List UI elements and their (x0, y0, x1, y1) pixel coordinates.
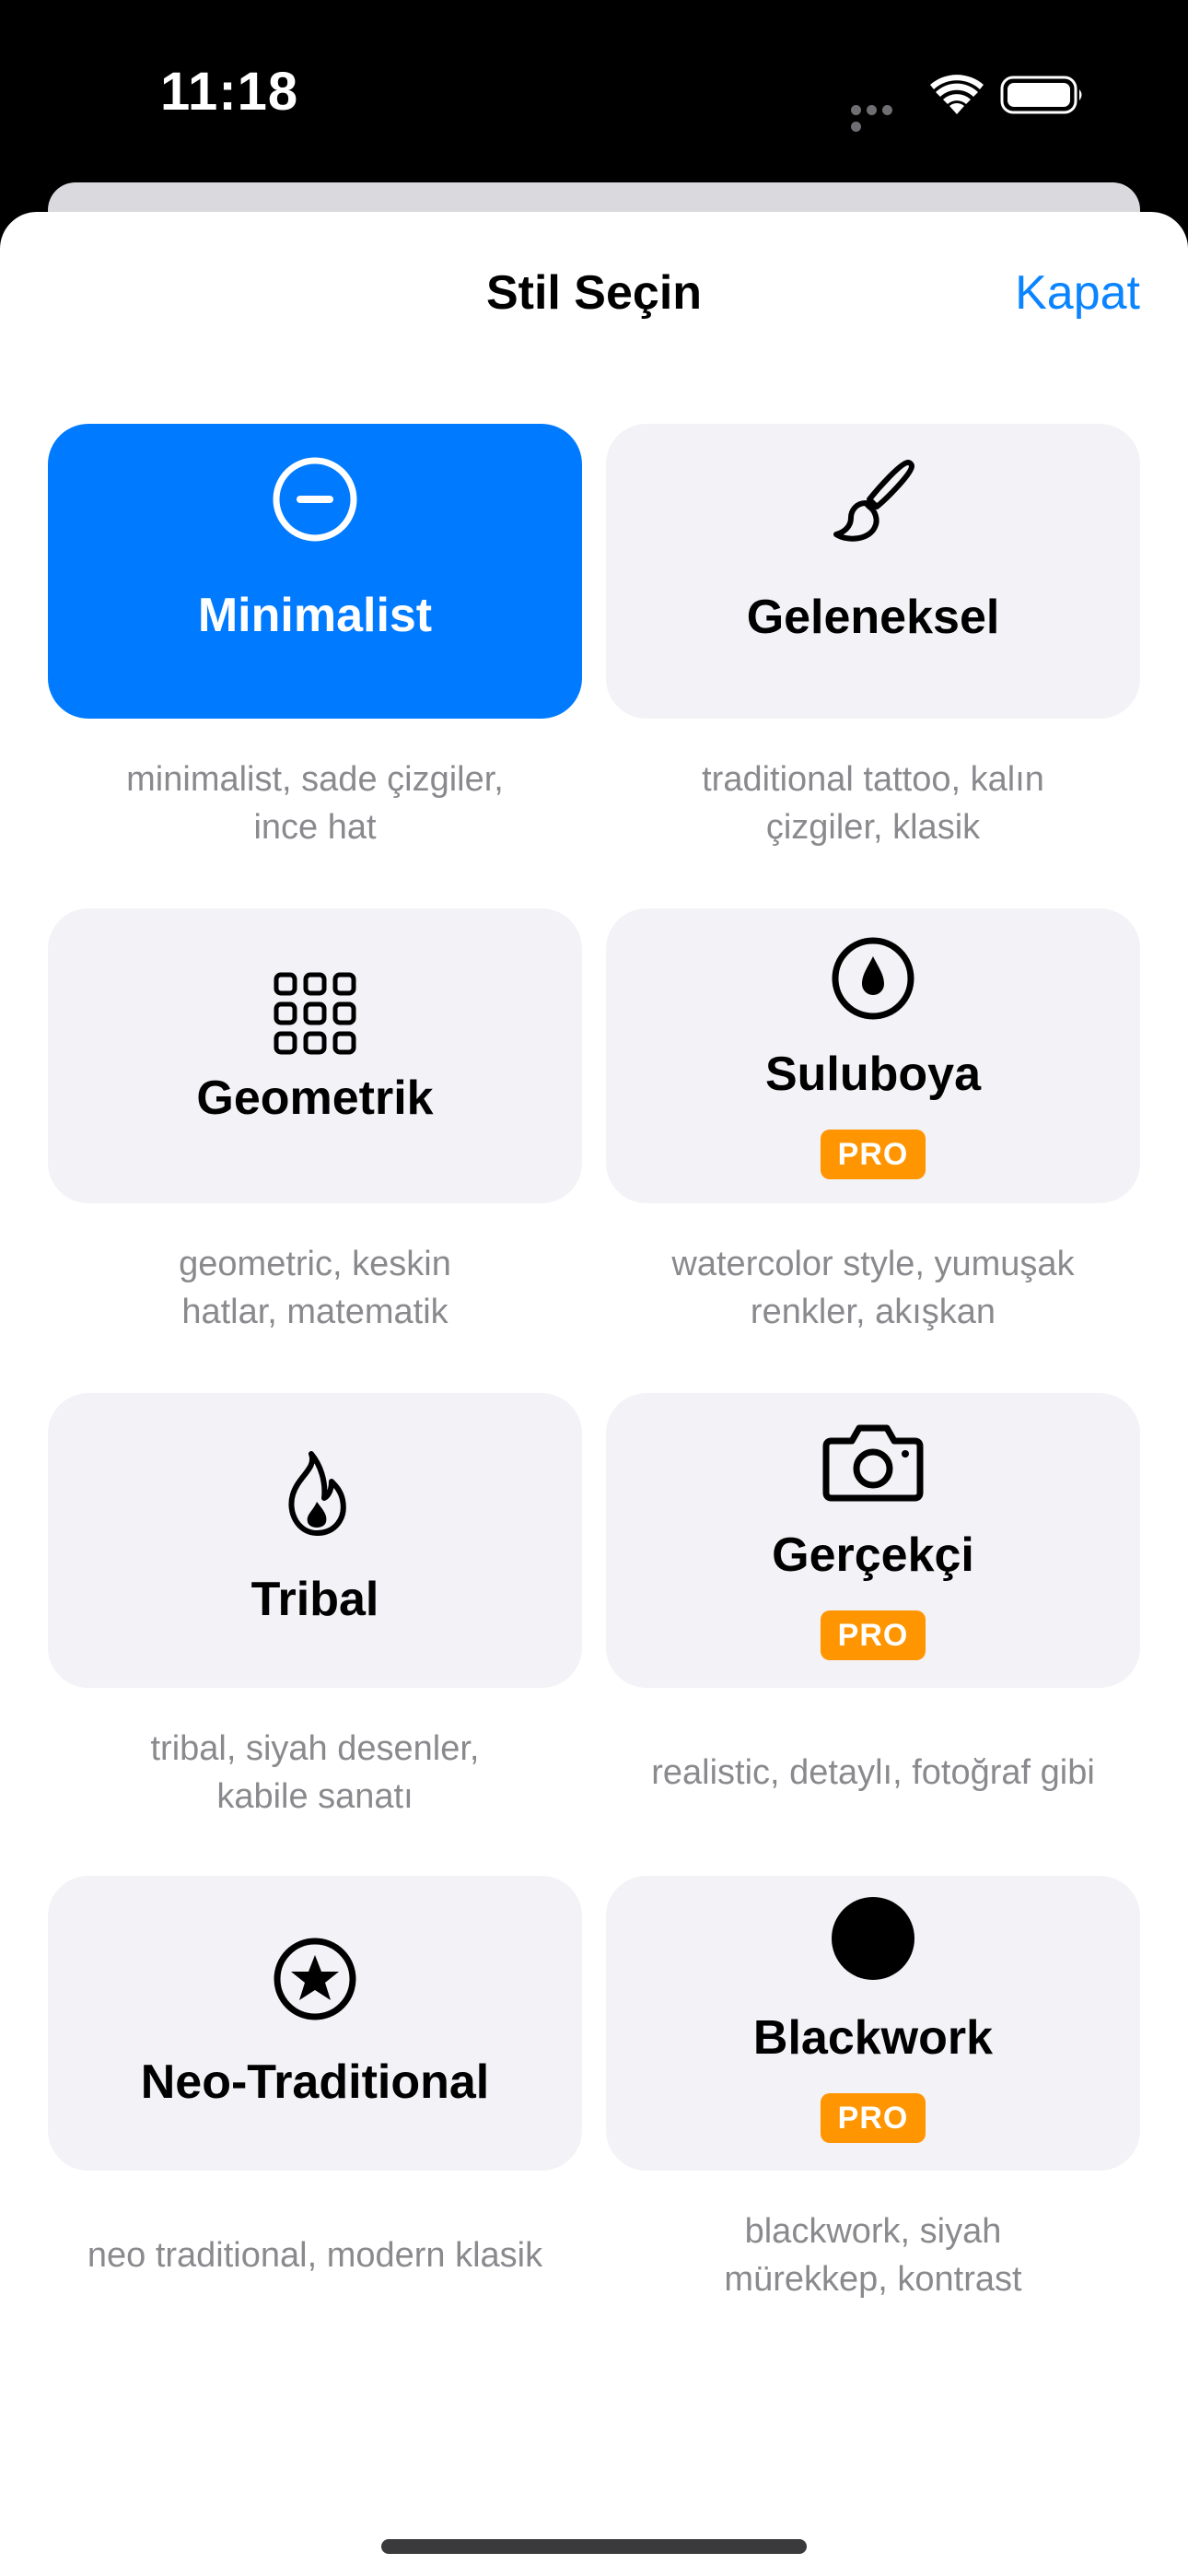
battery-icon (1000, 76, 1082, 114)
style-label: Geometrik (196, 1071, 434, 1125)
style-card-minimalist[interactable]: Minimalist (48, 424, 582, 719)
style-label: Tribal (250, 1573, 379, 1626)
style-label: Blackwork (752, 2011, 994, 2065)
style-description: blackwork, siyah mürekkep, kontrast (724, 2212, 1022, 2299)
home-indicator[interactable] (381, 2539, 807, 2554)
sheet-title: Stil Seçin (485, 266, 703, 320)
wifi-icon (930, 75, 984, 114)
style-card-blackwork[interactable]: Blackwork PRO (606, 1876, 1140, 2171)
camera-icon (822, 1424, 924, 1502)
style-card-suluboya[interactable]: Suluboya PRO (606, 908, 1140, 1203)
minus-circle-icon (273, 457, 357, 542)
close-button[interactable]: Kapat (1015, 265, 1140, 321)
style-label: Geleneksel (746, 591, 1000, 644)
style-label: Gerçekçi (772, 1528, 974, 1582)
pro-badge: PRO (821, 1610, 926, 1660)
style-description: geometric, keskin hatlar, matematik (179, 1245, 451, 1331)
pro-badge: PRO (821, 1130, 926, 1179)
cellular-dots-icon (851, 103, 910, 132)
screen: 11:18 Stil Seçin Kapat Minimalist minima… (0, 0, 1188, 2576)
style-label: Suluboya (764, 1048, 982, 1101)
star-circle-icon (274, 1938, 356, 2020)
style-card-gercekci[interactable]: Gerçekçi PRO (606, 1393, 1140, 1688)
style-card-geometrik[interactable]: Geometrik (48, 908, 582, 1203)
grid-icon (274, 972, 356, 1055)
style-description: realistic, detaylı, fotoğraf gibi (651, 1753, 1095, 1792)
drop-circle-icon (832, 937, 914, 1020)
status-time: 11:18 (160, 62, 299, 122)
flame-icon (288, 1451, 346, 1536)
style-description: watercolor style, yumuşak renkler, akışk… (671, 1245, 1075, 1331)
style-picker-sheet: Stil Seçin Kapat Minimalist minimalist, … (0, 212, 1188, 2576)
style-card-neo-traditional[interactable]: Neo-Traditional (48, 1876, 582, 2171)
style-label: Minimalist (197, 589, 433, 642)
pro-badge: PRO (821, 2093, 926, 2143)
style-card-geleneksel[interactable]: Geleneksel (606, 424, 1140, 719)
filled-circle-icon (832, 1897, 914, 1980)
style-description: neo traditional, modern klasik (87, 2236, 543, 2275)
style-description: minimalist, sade çizgiler, ince hat (126, 760, 504, 847)
status-bar: 11:18 (0, 0, 1188, 184)
style-label: Neo-Traditional (140, 2055, 490, 2109)
paintbrush-icon (833, 460, 914, 542)
style-description: traditional tattoo, kalın çizgiler, klas… (702, 760, 1044, 847)
style-description: tribal, siyah desenler, kabile sanatı (150, 1729, 480, 1816)
style-card-tribal[interactable]: Tribal (48, 1393, 582, 1688)
